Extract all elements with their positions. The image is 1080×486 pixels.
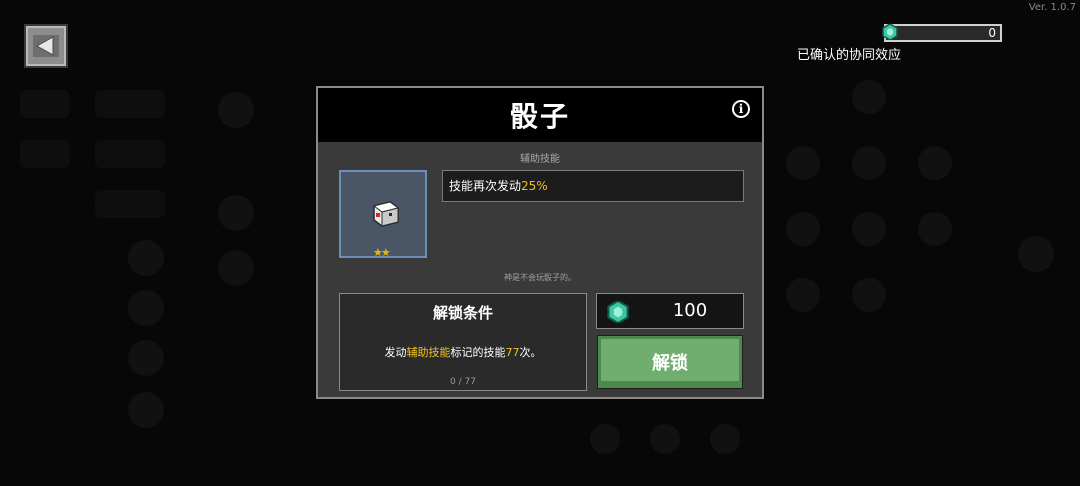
green-gem-icon xyxy=(882,23,898,44)
back-button[interactable] xyxy=(24,24,68,68)
unlock-button[interactable]: 解锁 xyxy=(598,336,742,388)
cond-text: 发动 xyxy=(384,346,407,359)
green-gem-icon xyxy=(607,299,629,327)
cond-highlight-skill: 辅助技能 xyxy=(406,346,451,359)
gem-counter: 0 xyxy=(882,23,1002,44)
effect-description: 技能再次发动25% xyxy=(442,170,744,202)
unlock-cost: 100 xyxy=(596,293,744,329)
unlock-condition-panel: 解锁条件 发动辅助技能标记的技能77次。 0 / 77 xyxy=(339,293,587,391)
item-detail-dialog: 骰子 i 辅助技能 ★★ 技能再次发动25% 神是不会玩骰子的。 解锁条件 发动… xyxy=(316,86,764,399)
item-title: 骰子 xyxy=(509,100,570,133)
cost-value: 100 xyxy=(672,300,708,321)
unlock-condition-title: 解锁条件 xyxy=(432,304,493,322)
flavor-text: 神是不会玩骰子的。 xyxy=(504,273,576,282)
confirmed-synergy-link[interactable]: 已确认的协同效应 xyxy=(797,44,901,63)
item-icon-frame: ★★ xyxy=(339,170,427,259)
effect-value: 25% xyxy=(521,179,548,193)
version-label: Ver. 1.0.7 xyxy=(1028,2,1076,13)
back-arrow-icon xyxy=(33,35,59,57)
item-category: 辅助技能 xyxy=(520,154,560,165)
star-rating: ★★ xyxy=(373,246,391,259)
cond-text: 标记的技能 xyxy=(450,346,506,359)
gem-count: 0 xyxy=(988,26,996,40)
info-icon[interactable]: i xyxy=(732,100,750,118)
unlock-condition-desc: 发动辅助技能标记的技能77次。 xyxy=(340,344,586,360)
dice-icon xyxy=(368,200,400,232)
effect-text: 技能再次发动 xyxy=(449,179,522,193)
cond-text: 次。 xyxy=(519,346,542,359)
cond-highlight-count: 77 xyxy=(505,346,520,359)
unlock-progress: 0 / 77 xyxy=(450,377,476,387)
dialog-header: 骰子 i xyxy=(318,88,762,142)
